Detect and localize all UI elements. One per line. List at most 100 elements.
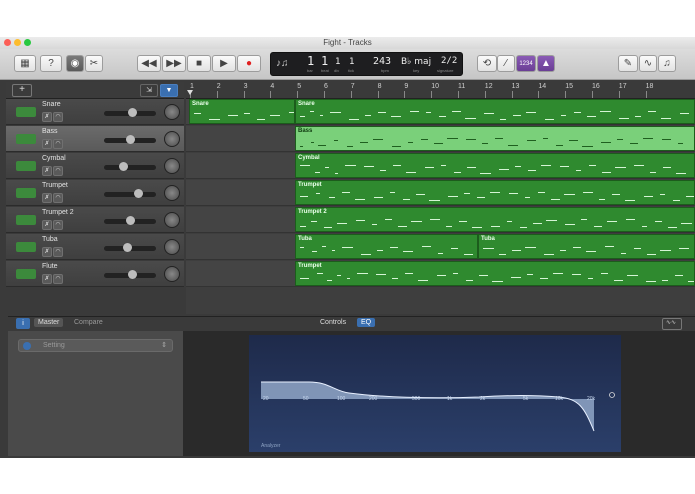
volume-slider[interactable] <box>104 135 156 144</box>
catch-playhead-button[interactable]: ⇲ <box>140 84 158 97</box>
volume-slider[interactable] <box>104 108 156 117</box>
lcd-beat: 1 <box>321 54 329 68</box>
headphones-button[interactable]: ◠ <box>53 220 63 230</box>
lcd-display[interactable]: ♪♫ 1 1 1 1 bar beat div tick 243 bpm B♭ … <box>270 52 463 76</box>
volume-slider[interactable] <box>104 162 156 171</box>
midi-note <box>600 111 611 112</box>
loop-browser-button[interactable]: ∿ <box>639 55 657 72</box>
midi-region[interactable]: Trumpet <box>295 180 695 205</box>
ruler-tick <box>350 91 352 98</box>
midi-region[interactable]: Snare <box>295 99 695 124</box>
volume-knob[interactable] <box>119 162 129 171</box>
rewind-button[interactable]: ◀◀ <box>137 55 161 72</box>
midi-region[interactable]: Trumpet <box>295 261 695 286</box>
eq-frequency-label: 10k <box>555 396 564 402</box>
smart-controls-button[interactable]: ◉ <box>66 55 84 72</box>
midi-note <box>650 172 656 173</box>
headphones-button[interactable]: ◠ <box>53 247 63 257</box>
eq-frequency-label: 2k <box>480 396 486 402</box>
record-button[interactable]: ● <box>237 55 261 72</box>
volume-slider[interactable] <box>104 216 156 225</box>
mute-button[interactable]: ✗ <box>42 274 52 284</box>
pan-knob[interactable] <box>164 104 180 120</box>
midi-note <box>607 221 617 222</box>
filter-button[interactable]: ▼ <box>160 84 178 97</box>
volume-knob[interactable] <box>127 108 137 117</box>
volume-slider[interactable] <box>104 270 156 279</box>
midi-note <box>320 115 323 116</box>
metronome-button[interactable]: ▲ <box>537 55 555 72</box>
pan-knob[interactable] <box>164 266 180 282</box>
pan-knob[interactable] <box>164 212 180 228</box>
midi-note <box>676 173 686 174</box>
track-name: Trumpet <box>42 182 68 189</box>
track-header[interactable]: Tuba ✗ ◠ <box>6 234 184 260</box>
track-header[interactable]: Trumpet ✗ ◠ <box>6 180 184 206</box>
stop-button[interactable]: ■ <box>187 55 211 72</box>
fast-forward-button[interactable]: ▶▶ <box>162 55 186 72</box>
track-header[interactable]: Cymbal ✗ ◠ <box>6 153 184 179</box>
pan-knob[interactable] <box>164 185 180 201</box>
volume-knob[interactable] <box>134 189 144 198</box>
pan-knob[interactable] <box>164 158 180 174</box>
setting-popup[interactable]: Setting ⇕ <box>18 339 173 352</box>
headphones-button[interactable]: ◠ <box>53 274 63 284</box>
eq-frequency-label: 100 <box>337 396 346 402</box>
headphones-button[interactable]: ◠ <box>53 139 63 149</box>
mute-button[interactable]: ✗ <box>42 220 52 230</box>
midi-note <box>533 223 542 224</box>
mute-button[interactable]: ✗ <box>42 193 52 203</box>
midi-region[interactable]: Snare <box>189 99 295 124</box>
headphones-button[interactable]: ◠ <box>53 112 63 122</box>
play-button[interactable]: ▶ <box>212 55 236 72</box>
ruler-bar-number: 3 <box>243 83 248 90</box>
waveform-button[interactable]: ∿∿ <box>662 318 682 330</box>
track-header[interactable]: Bass ✗ ◠ <box>6 126 184 152</box>
add-track-button[interactable]: + <box>12 84 32 97</box>
playhead-marker[interactable] <box>187 90 193 95</box>
headphones-button[interactable]: ◠ <box>53 166 63 176</box>
mute-button[interactable]: ✗ <box>42 139 52 149</box>
midi-region[interactable]: Cymbal <box>295 153 695 178</box>
tab-compare[interactable]: Compare <box>70 318 107 327</box>
cycle-button[interactable]: ⟲ <box>477 55 497 72</box>
track-header[interactable]: Flute ✗ ◠ <box>6 261 184 287</box>
library-button[interactable]: ▦ <box>14 55 36 72</box>
midi-note <box>270 115 280 116</box>
volume-slider[interactable] <box>104 189 156 198</box>
tracks-area[interactable]: Snare Snare Bass Cymbal Trumpet Trumpet 2 Tuba… <box>186 99 695 314</box>
midi-note <box>325 167 329 168</box>
analyzer-label[interactable]: Analyzer <box>261 443 280 449</box>
midi-note <box>543 138 548 139</box>
ruler-bar-number: 1 <box>190 83 194 90</box>
volume-knob[interactable] <box>127 270 137 279</box>
info-button[interactable]: i <box>16 318 30 329</box>
midi-region[interactable]: Tuba <box>478 234 695 259</box>
tuner-button[interactable]: ⁄ <box>497 55 515 72</box>
track-header[interactable]: Trumpet 2 ✗ ◠ <box>6 207 184 233</box>
pan-knob[interactable] <box>164 131 180 147</box>
midi-region[interactable]: Bass <box>295 126 695 151</box>
volume-knob[interactable] <box>125 216 135 225</box>
editors-button[interactable]: ✂ <box>85 55 103 72</box>
help-button[interactable]: ? <box>40 55 62 72</box>
volume-knob[interactable] <box>123 243 133 252</box>
timeline-ruler[interactable]: 1 2 3 4 5 6 7 8 9 10 11 12 13 14 15 16 17 18 <box>186 82 695 99</box>
count-in-button[interactable]: 1234 <box>516 55 536 72</box>
headphones-button[interactable]: ◠ <box>53 193 63 203</box>
tab-eq[interactable]: EQ <box>357 318 376 327</box>
midi-region[interactable]: Tuba <box>295 234 478 259</box>
tab-master[interactable]: Master <box>34 318 64 327</box>
pan-knob[interactable] <box>164 239 180 255</box>
track-header[interactable]: Snare ✗ ◠ <box>6 99 184 125</box>
mute-button[interactable]: ✗ <box>42 112 52 122</box>
notepad-button[interactable]: ✎ <box>618 55 638 72</box>
tab-controls[interactable]: Controls <box>316 318 350 327</box>
mute-button[interactable]: ✗ <box>42 247 52 257</box>
midi-region[interactable]: Trumpet 2 <box>295 207 695 232</box>
eq-display[interactable]: 20 50 100 200 500 1k 2k 5k 10k 20k Analyzer <box>249 335 621 452</box>
volume-slider[interactable] <box>104 243 156 252</box>
media-browser-button[interactable]: ♫ <box>658 55 676 72</box>
volume-knob[interactable] <box>125 135 135 144</box>
mute-button[interactable]: ✗ <box>42 166 52 176</box>
